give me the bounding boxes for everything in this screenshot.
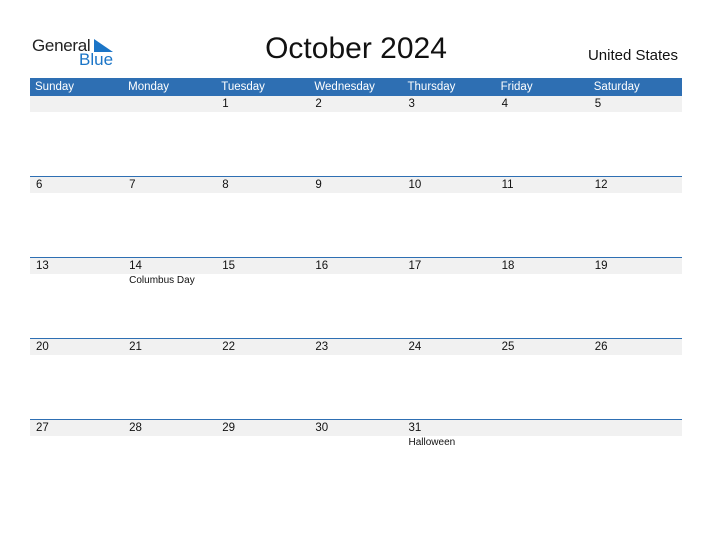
country-label: United States (587, 47, 678, 64)
day-number (496, 420, 589, 436)
day-number-row: 27 28 29 30 31 (30, 420, 682, 436)
day-number: 28 (129, 422, 142, 434)
day-number-row: 1 2 3 4 5 (30, 96, 682, 112)
day-number: 9 (315, 179, 322, 191)
day-number: 13 (36, 260, 49, 272)
weekday-friday: Friday (500, 81, 533, 93)
day-number: 31 (408, 422, 422, 434)
weekday-thursday: Thursday (407, 81, 456, 93)
week-row: 13 14 15 16 17 18 19 Columbus Day (30, 257, 682, 288)
day-number-row: 13 14 15 16 17 18 19 (30, 258, 682, 274)
day-number: 18 (501, 260, 515, 272)
weekday-sunday: Sunday (35, 81, 75, 93)
weekday-wednesday: Wednesday (314, 81, 375, 93)
day-number: 1 (222, 98, 229, 110)
week-row: 20 21 22 23 24 25 26 (30, 338, 682, 355)
day-number (589, 420, 682, 436)
day-number: 17 (408, 260, 422, 272)
day-number: 12 (594, 179, 608, 191)
day-number: 16 (315, 260, 329, 272)
holiday-label (309, 274, 402, 288)
day-number: 3 (408, 98, 415, 110)
day-number: 8 (222, 179, 229, 191)
day-number: 24 (408, 341, 422, 353)
weekday-monday: Monday (128, 81, 170, 93)
weekday-header: Sunday Monday Tuesday Wednesday Thursday… (30, 78, 682, 96)
day-number: 30 (315, 422, 329, 434)
day-number: 10 (408, 179, 422, 191)
holiday-label (589, 436, 682, 450)
day-number (30, 96, 123, 112)
holiday-label (30, 436, 123, 450)
day-number-row: 20 21 22 23 24 25 26 (30, 339, 682, 355)
day-number: 29 (222, 422, 236, 434)
holiday-label: Columbus Day (129, 275, 195, 286)
day-number: 26 (594, 341, 608, 353)
day-number-row: 6 7 8 9 10 11 12 (30, 177, 682, 193)
day-number: 22 (222, 341, 236, 353)
day-number: 21 (129, 341, 142, 353)
week-row: 1 2 3 4 5 (30, 96, 682, 112)
weekday-saturday: Saturday (593, 81, 640, 93)
holiday-label (216, 274, 309, 288)
week-row: 27 28 29 30 31 Halloween (30, 419, 682, 450)
holiday-label (496, 436, 589, 450)
day-number: 5 (594, 98, 602, 110)
day-number: 15 (222, 260, 236, 272)
day-number: 23 (315, 341, 329, 353)
holiday-label (589, 274, 682, 288)
day-number: 4 (501, 98, 509, 110)
weekday-tuesday: Tuesday (221, 81, 265, 93)
day-number: 11 (501, 179, 514, 191)
day-number: 27 (36, 422, 49, 434)
day-number: 25 (501, 341, 515, 353)
day-number: 14 (129, 260, 142, 272)
holiday-label (309, 436, 402, 450)
week-row: 6 7 8 9 10 11 12 (30, 176, 682, 193)
day-number: 2 (315, 98, 322, 110)
day-number (123, 96, 216, 112)
event-row: Columbus Day (30, 274, 682, 288)
day-number: 20 (36, 341, 49, 353)
holiday-label (216, 436, 309, 450)
holiday-label (123, 436, 216, 450)
holiday-label (403, 274, 496, 288)
day-number: 7 (129, 179, 136, 191)
day-number: 19 (594, 260, 608, 272)
day-number: 6 (36, 179, 43, 191)
holiday-label (30, 274, 123, 288)
event-row: Halloween (30, 436, 682, 450)
holiday-label (496, 274, 589, 288)
holiday-label: Halloween (408, 437, 456, 448)
